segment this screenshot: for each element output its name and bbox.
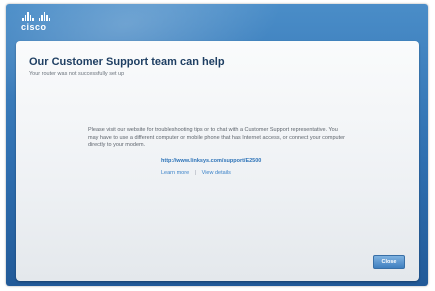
- cisco-bars-icon: [22, 12, 50, 21]
- view-details-link[interactable]: View details: [202, 170, 231, 176]
- cisco-logo-text: cisco: [21, 22, 47, 32]
- cisco-logo: cisco: [21, 12, 50, 32]
- content-panel: Our Customer Support team can help Your …: [16, 41, 419, 281]
- page-subtitle: Your router was not successfully set up: [29, 71, 125, 77]
- learn-more-link[interactable]: Learn more: [161, 170, 189, 176]
- link-separator: |: [194, 170, 197, 176]
- setup-window: cisco Our Customer Support team can help…: [6, 4, 428, 286]
- support-url-link[interactable]: http://www.linksys.com/support/E2500: [161, 158, 261, 164]
- close-button[interactable]: Close: [373, 255, 405, 269]
- help-links: Learn more | View details: [161, 170, 231, 176]
- support-message: Please visit our website for troubleshoo…: [88, 127, 346, 148]
- page-title: Our Customer Support team can help: [29, 56, 225, 68]
